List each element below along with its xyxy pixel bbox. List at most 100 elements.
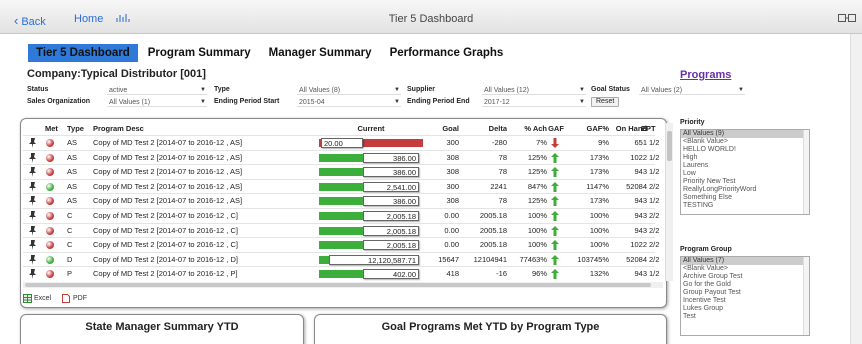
- external-link-icon[interactable]: [838, 14, 856, 22]
- excel-icon[interactable]: [23, 294, 32, 303]
- goal-status-filter-select[interactable]: All Values (2) ▼: [639, 86, 745, 95]
- pin-icon[interactable]: [28, 152, 37, 163]
- col-header-type[interactable]: Type: [67, 123, 89, 135]
- list-item[interactable]: TESTING: [681, 202, 809, 210]
- table-row[interactable]: AS Copy of MD Test 2 [2014-07 to 2016-12 …: [23, 149, 659, 165]
- program-group-list[interactable]: All Values (7) <Blank Value> Archive Group…: [680, 256, 810, 336]
- filter-bar: Status active ▼ Type All Values (8) ▼ Supp…: [27, 86, 757, 110]
- table-row[interactable]: C Copy of MD Test 2 [2014-07 to 2016-12 ,…: [23, 222, 659, 238]
- list-item[interactable]: Laurens: [681, 162, 809, 170]
- table-row[interactable]: C Copy of MD Test 2 [2014-07 to 2016-12 ,…: [23, 237, 659, 252]
- list-scrollbar[interactable]: [803, 130, 809, 214]
- status-filter-select[interactable]: active ▼: [107, 86, 207, 95]
- bar-chart-icon[interactable]: [116, 14, 130, 22]
- program-desc-cell[interactable]: Copy of MD Test 2 [2014-07 to 2016-12 , …: [93, 238, 317, 252]
- list-item[interactable]: All Values (9): [681, 130, 809, 138]
- table-row[interactable]: D Copy of MD Test 2 [2014-07 to 2016-12 ,…: [23, 251, 659, 267]
- col-header-gaf-pct[interactable]: GAF%: [567, 123, 610, 135]
- scrollbar-thumb[interactable]: [25, 283, 651, 287]
- list-item[interactable]: Lukes Group: [681, 305, 809, 313]
- ending-period-start-select[interactable]: 2015-04 ▼: [297, 98, 401, 107]
- goal-cell: 300: [446, 181, 459, 191]
- goal-status-filter-value: All Values (2): [641, 87, 683, 94]
- type-cell: AS: [67, 152, 78, 162]
- list-item[interactable]: Test: [681, 313, 809, 321]
- col-header-goal[interactable]: Goal: [425, 123, 459, 135]
- chevron-down-icon: ▼: [200, 99, 206, 105]
- list-item[interactable]: Priority New Test: [681, 178, 809, 186]
- pin-icon[interactable]: [28, 240, 37, 251]
- sales-org-filter-select[interactable]: All Values (1) ▼: [107, 98, 207, 107]
- program-desc-cell[interactable]: Copy of MD Test 2 [2014-07 to 2016-12 , …: [93, 136, 317, 150]
- table-row[interactable]: AS Copy of MD Test 2 [2014-07 to 2016-12 …: [23, 135, 659, 150]
- list-item[interactable]: Low: [681, 170, 809, 178]
- type-filter-select[interactable]: All Values (8) ▼: [297, 86, 401, 95]
- tab-manager-summary[interactable]: Manager Summary: [261, 44, 380, 62]
- tab-program-summary[interactable]: Program Summary: [140, 44, 259, 62]
- col-header-ept[interactable]: EPT: [641, 123, 661, 135]
- list-item[interactable]: HELLO WORLD!: [681, 146, 809, 154]
- ending-period-end-select[interactable]: 2017-12 ▼: [482, 98, 586, 107]
- pin-icon[interactable]: [28, 254, 37, 265]
- page-scrollbar[interactable]: [850, 34, 862, 344]
- col-header-met[interactable]: Met: [45, 123, 63, 135]
- table-row[interactable]: AS Copy of MD Test 2 [2014-07 to 2016-12 …: [23, 178, 659, 194]
- gaf-pct-cell: 103745%: [577, 254, 609, 264]
- list-item[interactable]: All Values (7): [681, 257, 809, 265]
- program-desc-cell[interactable]: Copy of MD Test 2 [2014-07 to 2016-12 , …: [93, 267, 317, 281]
- program-desc-cell[interactable]: Copy of MD Test 2 [2014-07 to 2016-12 , …: [93, 165, 317, 179]
- export-pdf-link[interactable]: PDF: [73, 295, 87, 302]
- export-excel-link[interactable]: Excel: [34, 295, 51, 302]
- table-row[interactable]: AS Copy of MD Test 2 [2014-07 to 2016-12 …: [23, 193, 659, 208]
- program-desc-cell[interactable]: Copy of MD Test 2 [2014-07 to 2016-12 , …: [93, 194, 317, 208]
- col-header-ach[interactable]: % Ach: [509, 123, 547, 135]
- pin-icon[interactable]: [28, 167, 37, 178]
- ept-cell: 1/2: [649, 152, 660, 162]
- pin-icon[interactable]: [28, 138, 37, 148]
- tab-tier5-dashboard[interactable]: Tier 5 Dashboard: [28, 44, 138, 62]
- program-desc-cell[interactable]: Copy of MD Test 2 [2014-07 to 2016-12 , …: [93, 209, 317, 223]
- list-item[interactable]: Group Payout Test: [681, 289, 809, 297]
- program-desc-cell[interactable]: Copy of MD Test 2 [2014-07 to 2016-12 , …: [93, 180, 317, 194]
- col-header-current[interactable]: Current: [319, 123, 423, 135]
- programs-link[interactable]: Programs: [680, 69, 731, 81]
- table-row[interactable]: AS Copy of MD Test 2 [2014-07 to 2016-12 …: [23, 164, 659, 179]
- list-item[interactable]: Something Else: [681, 194, 809, 202]
- pin-icon[interactable]: [28, 211, 37, 221]
- pin-icon[interactable]: [28, 181, 37, 192]
- list-item[interactable]: <Blank Value>: [681, 138, 809, 146]
- list-scrollbar[interactable]: [803, 257, 809, 335]
- pin-icon[interactable]: [28, 196, 37, 207]
- priority-list[interactable]: All Values (9) <Blank Value> HELLO WORLD! H…: [680, 129, 810, 215]
- state-manager-summary-panel: State Manager Summary YTD: [20, 314, 304, 344]
- back-button[interactable]: ‹ Back: [14, 13, 46, 28]
- list-item[interactable]: Incentive Test: [681, 297, 809, 305]
- table-row[interactable]: P Copy of MD Test 2 [2014-07 to 2016-12 ,…: [23, 266, 659, 281]
- program-desc-cell[interactable]: Copy of MD Test 2 [2014-07 to 2016-12 , …: [93, 253, 317, 267]
- pin-icon[interactable]: [28, 225, 37, 236]
- col-header-delta[interactable]: Delta: [463, 123, 507, 135]
- list-item[interactable]: ReallyLongPriorityWord: [681, 186, 809, 194]
- program-desc-cell[interactable]: Copy of MD Test 2 [2014-07 to 2016-12 , …: [93, 151, 317, 165]
- table-row[interactable]: C Copy of MD Test 2 [2014-07 to 2016-12 ,…: [23, 208, 659, 223]
- col-header-program-desc[interactable]: Program Desc: [93, 123, 293, 135]
- home-link[interactable]: Home: [74, 13, 103, 25]
- current-bar: 2,541.00: [319, 181, 423, 192]
- list-item[interactable]: High: [681, 154, 809, 162]
- ach-cell: 100%: [527, 211, 547, 220]
- pin-icon[interactable]: [28, 269, 37, 280]
- list-item[interactable]: <Blank Value>: [681, 265, 809, 273]
- pdf-icon[interactable]: [62, 294, 70, 303]
- list-item[interactable]: Go for the Gold: [681, 281, 809, 289]
- scrollbar-thumb[interactable]: [667, 131, 672, 161]
- reset-button[interactable]: Reset: [591, 97, 620, 107]
- supplier-filter-select[interactable]: All Values (12) ▼: [482, 86, 586, 95]
- col-header-gaf[interactable]: GAF: [547, 123, 565, 135]
- ach-cell: 77463%: [519, 254, 547, 264]
- grid-vertical-scrollbar[interactable]: [665, 123, 673, 281]
- list-item[interactable]: Archive Group Test: [681, 273, 809, 281]
- grid-horizontal-scrollbar[interactable]: [23, 282, 663, 288]
- tab-performance-graphs[interactable]: Performance Graphs: [382, 44, 512, 62]
- program-desc-cell[interactable]: Copy of MD Test 2 [2014-07 to 2016-12 , …: [93, 224, 317, 238]
- current-value: 386.00: [363, 167, 419, 178]
